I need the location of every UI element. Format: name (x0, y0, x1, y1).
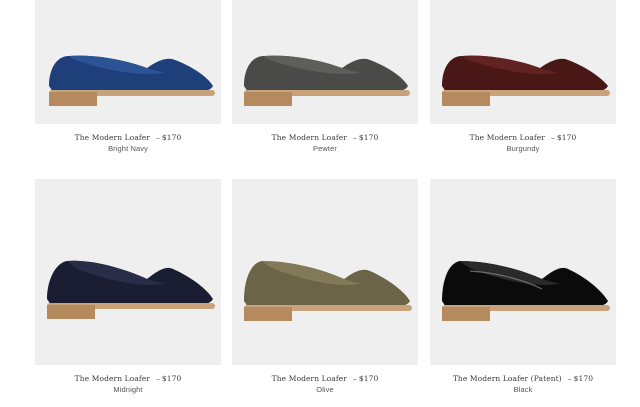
product-title-link[interactable]: The Modern Loafer – $170 (35, 373, 221, 384)
product-color: Olive (316, 385, 334, 394)
product-image[interactable] (232, 0, 418, 124)
product-image[interactable] (35, 179, 221, 365)
product-color: Pewter (313, 144, 337, 153)
product-title-link[interactable]: The Modern Loafer – $170 (35, 132, 221, 143)
loafer-illustration (244, 55, 410, 106)
product-image[interactable] (430, 0, 616, 124)
product-card[interactable]: The Modern Loafer (Patent) – $170 Black (430, 179, 616, 395)
loafer-illustration (47, 260, 215, 319)
product-card[interactable]: The Modern Loafer – $170 Burgundy (430, 0, 616, 154)
product-caption: The Modern Loafer – $170 Olive (232, 373, 418, 395)
product-title-link[interactable]: The Modern Loafer (Patent) – $170 (430, 373, 616, 384)
loafer-illustration (49, 55, 215, 106)
product-image[interactable] (232, 179, 418, 365)
product-title-link[interactable]: The Modern Loafer – $170 (430, 132, 616, 143)
product-caption: The Modern Loafer (Patent) – $170 Black (430, 373, 616, 395)
product-color: Bright Navy (108, 144, 148, 153)
product-caption: The Modern Loafer – $170 Pewter (232, 132, 418, 154)
product-title-link[interactable]: The Modern Loafer – $170 (232, 373, 418, 384)
product-image[interactable] (35, 0, 221, 124)
product-color: Burgundy (506, 144, 540, 153)
product-grid: The Modern Loafer – $170 Bright Navy The M… (0, 0, 640, 407)
product-card[interactable]: The Modern Loafer – $170 Olive (232, 179, 418, 395)
product-color: Midnight (113, 385, 143, 394)
product-color: Black (513, 385, 533, 394)
product-title-link[interactable]: The Modern Loafer – $170 (232, 132, 418, 143)
product-card[interactable]: The Modern Loafer – $170 Pewter (232, 0, 418, 154)
loafer-illustration (442, 55, 610, 106)
product-caption: The Modern Loafer – $170 Bright Navy (35, 132, 221, 154)
loafer-illustration (244, 261, 412, 321)
product-card[interactable]: The Modern Loafer – $170 Bright Navy (35, 0, 221, 154)
loafer-illustration (442, 261, 610, 321)
product-image[interactable] (430, 179, 616, 365)
product-caption: The Modern Loafer – $170 Midnight (35, 373, 221, 395)
product-caption: The Modern Loafer – $170 Burgundy (430, 132, 616, 154)
product-card[interactable]: The Modern Loafer – $170 Midnight (35, 179, 221, 395)
